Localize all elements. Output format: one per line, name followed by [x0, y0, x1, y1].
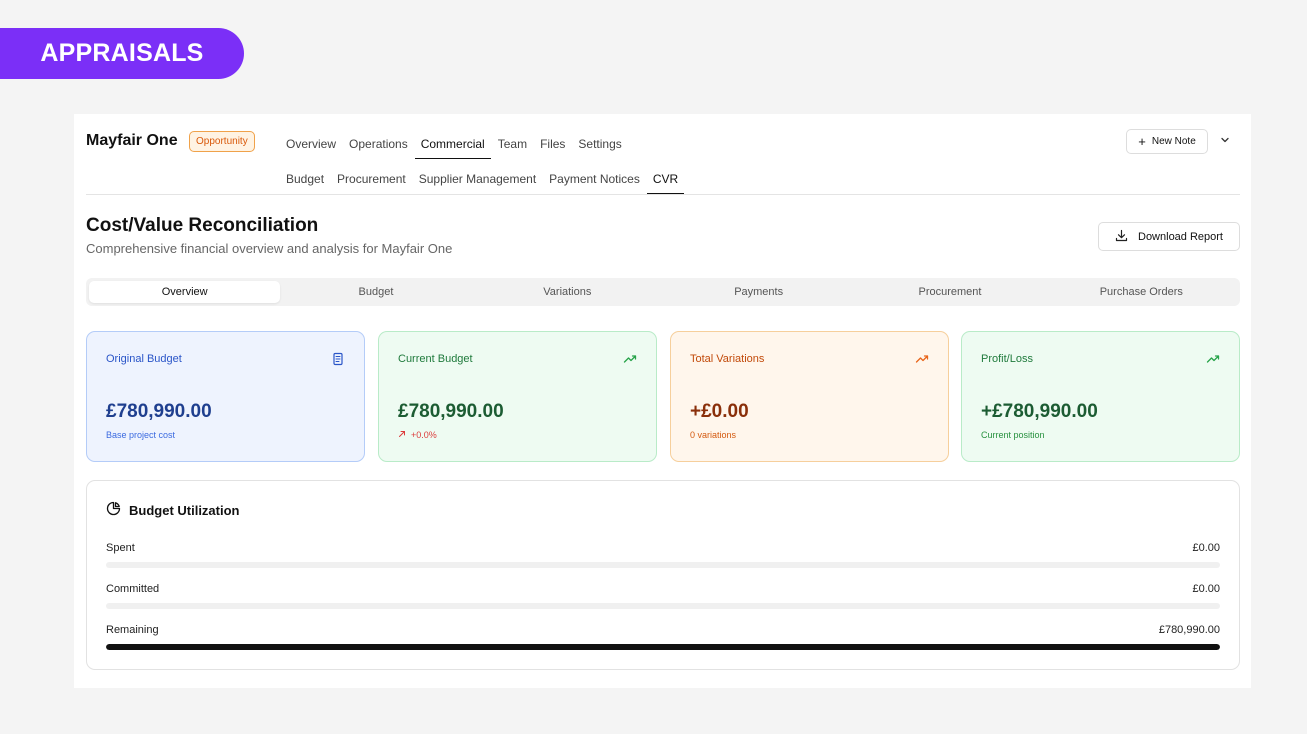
card-note: Base project cost: [106, 430, 176, 440]
nav-team[interactable]: Team: [498, 137, 527, 159]
remaining-label: Remaining: [106, 624, 159, 636]
primary-nav: Overview Operations Commercial Team File…: [286, 137, 622, 159]
card-label: Original Budget: [106, 353, 182, 365]
appraisals-banner: APPRAISALS: [0, 28, 244, 79]
profit-loss-card: Profit/Loss +£780,990.00 Current positio…: [961, 331, 1240, 462]
remaining-progress-bar: [106, 644, 1220, 650]
tab-procurement[interactable]: Procurement: [854, 281, 1045, 303]
spent-label: Spent: [106, 542, 135, 554]
tab-overview[interactable]: Overview: [89, 281, 281, 303]
main-panel: Mayfair One Opportunity Overview Operati…: [74, 114, 1251, 688]
tab-purchase-orders[interactable]: Purchase Orders: [1046, 281, 1237, 303]
download-icon: [1115, 229, 1128, 245]
download-report-label: Download Report: [1138, 230, 1223, 243]
card-note: +0.0%: [398, 430, 437, 440]
cvr-tabs: Overview Budget Variations Payments Proc…: [86, 278, 1240, 306]
tab-budget[interactable]: Budget: [280, 281, 471, 303]
utilization-title: Budget Utilization: [129, 502, 240, 518]
total-variations-card: Total Variations +£0.00 0 variations: [670, 331, 949, 462]
trending-up-icon: [1206, 352, 1220, 366]
spent-value: £0.00: [1192, 542, 1220, 554]
card-value: +£780,990.00: [981, 401, 1098, 422]
card-value: £780,990.00: [398, 401, 504, 422]
document-icon: [331, 352, 345, 366]
nav-operations[interactable]: Operations: [349, 137, 408, 159]
project-title: Mayfair One: [86, 132, 178, 149]
original-budget-card: Original Budget £780,990.00 Base project…: [86, 331, 365, 462]
card-note: 0 variations: [690, 430, 737, 440]
tab-payments[interactable]: Payments: [663, 281, 854, 303]
committed-value: £0.00: [1192, 583, 1220, 595]
card-value: +£0.00: [690, 401, 749, 422]
committed-label: Committed: [106, 583, 160, 595]
card-note: Current position: [981, 430, 1045, 440]
card-label: Total Variations: [690, 353, 765, 365]
status-badge: Opportunity: [189, 131, 255, 152]
page-subtitle: Comprehensive financial overview and ana…: [86, 241, 453, 256]
budget-utilization-panel: Budget Utilization Spent £0.00 Committed…: [86, 480, 1240, 670]
nav-divider: [86, 194, 1240, 195]
remaining-progress-fill: [106, 644, 1220, 650]
page-title: Cost/Value Reconciliation: [86, 215, 319, 236]
banner-label: APPRAISALS: [40, 39, 204, 67]
spent-progress-bar: [106, 562, 1220, 568]
current-budget-card: Current Budget £780,990.00 +0.0%: [378, 331, 657, 462]
download-report-button[interactable]: Download Report: [1098, 222, 1240, 251]
nav-commercial[interactable]: Commercial: [414, 137, 491, 159]
subnav-budget[interactable]: Budget: [286, 172, 324, 194]
tab-variations[interactable]: Variations: [472, 281, 663, 303]
subnav-cvr[interactable]: CVR: [646, 172, 685, 194]
subnav-supplier-management[interactable]: Supplier Management: [419, 172, 536, 194]
remaining-value: £780,990.00: [1158, 624, 1220, 636]
chevron-down-icon[interactable]: [1217, 132, 1233, 148]
secondary-nav: Budget Procurement Supplier Management P…: [286, 172, 685, 194]
arrow-up-right-icon: [398, 430, 406, 440]
utilization-header: Budget Utilization: [106, 501, 240, 519]
subnav-payment-notices[interactable]: Payment Notices: [549, 172, 640, 194]
nav-files[interactable]: Files: [540, 137, 565, 159]
subnav-procurement[interactable]: Procurement: [337, 172, 406, 194]
trending-up-icon: [915, 352, 929, 366]
nav-settings[interactable]: Settings: [578, 137, 621, 159]
new-note-button[interactable]: + New Note: [1126, 129, 1208, 154]
new-note-label: New Note: [1151, 136, 1196, 147]
pie-chart-icon: [106, 501, 121, 519]
card-label: Profit/Loss: [981, 353, 1033, 365]
nav-overview[interactable]: Overview: [286, 137, 336, 159]
committed-progress-bar: [106, 603, 1220, 609]
trending-up-icon: [623, 352, 637, 366]
card-label: Current Budget: [398, 353, 473, 365]
card-value: £780,990.00: [106, 401, 212, 422]
plus-icon: +: [1138, 134, 1146, 149]
